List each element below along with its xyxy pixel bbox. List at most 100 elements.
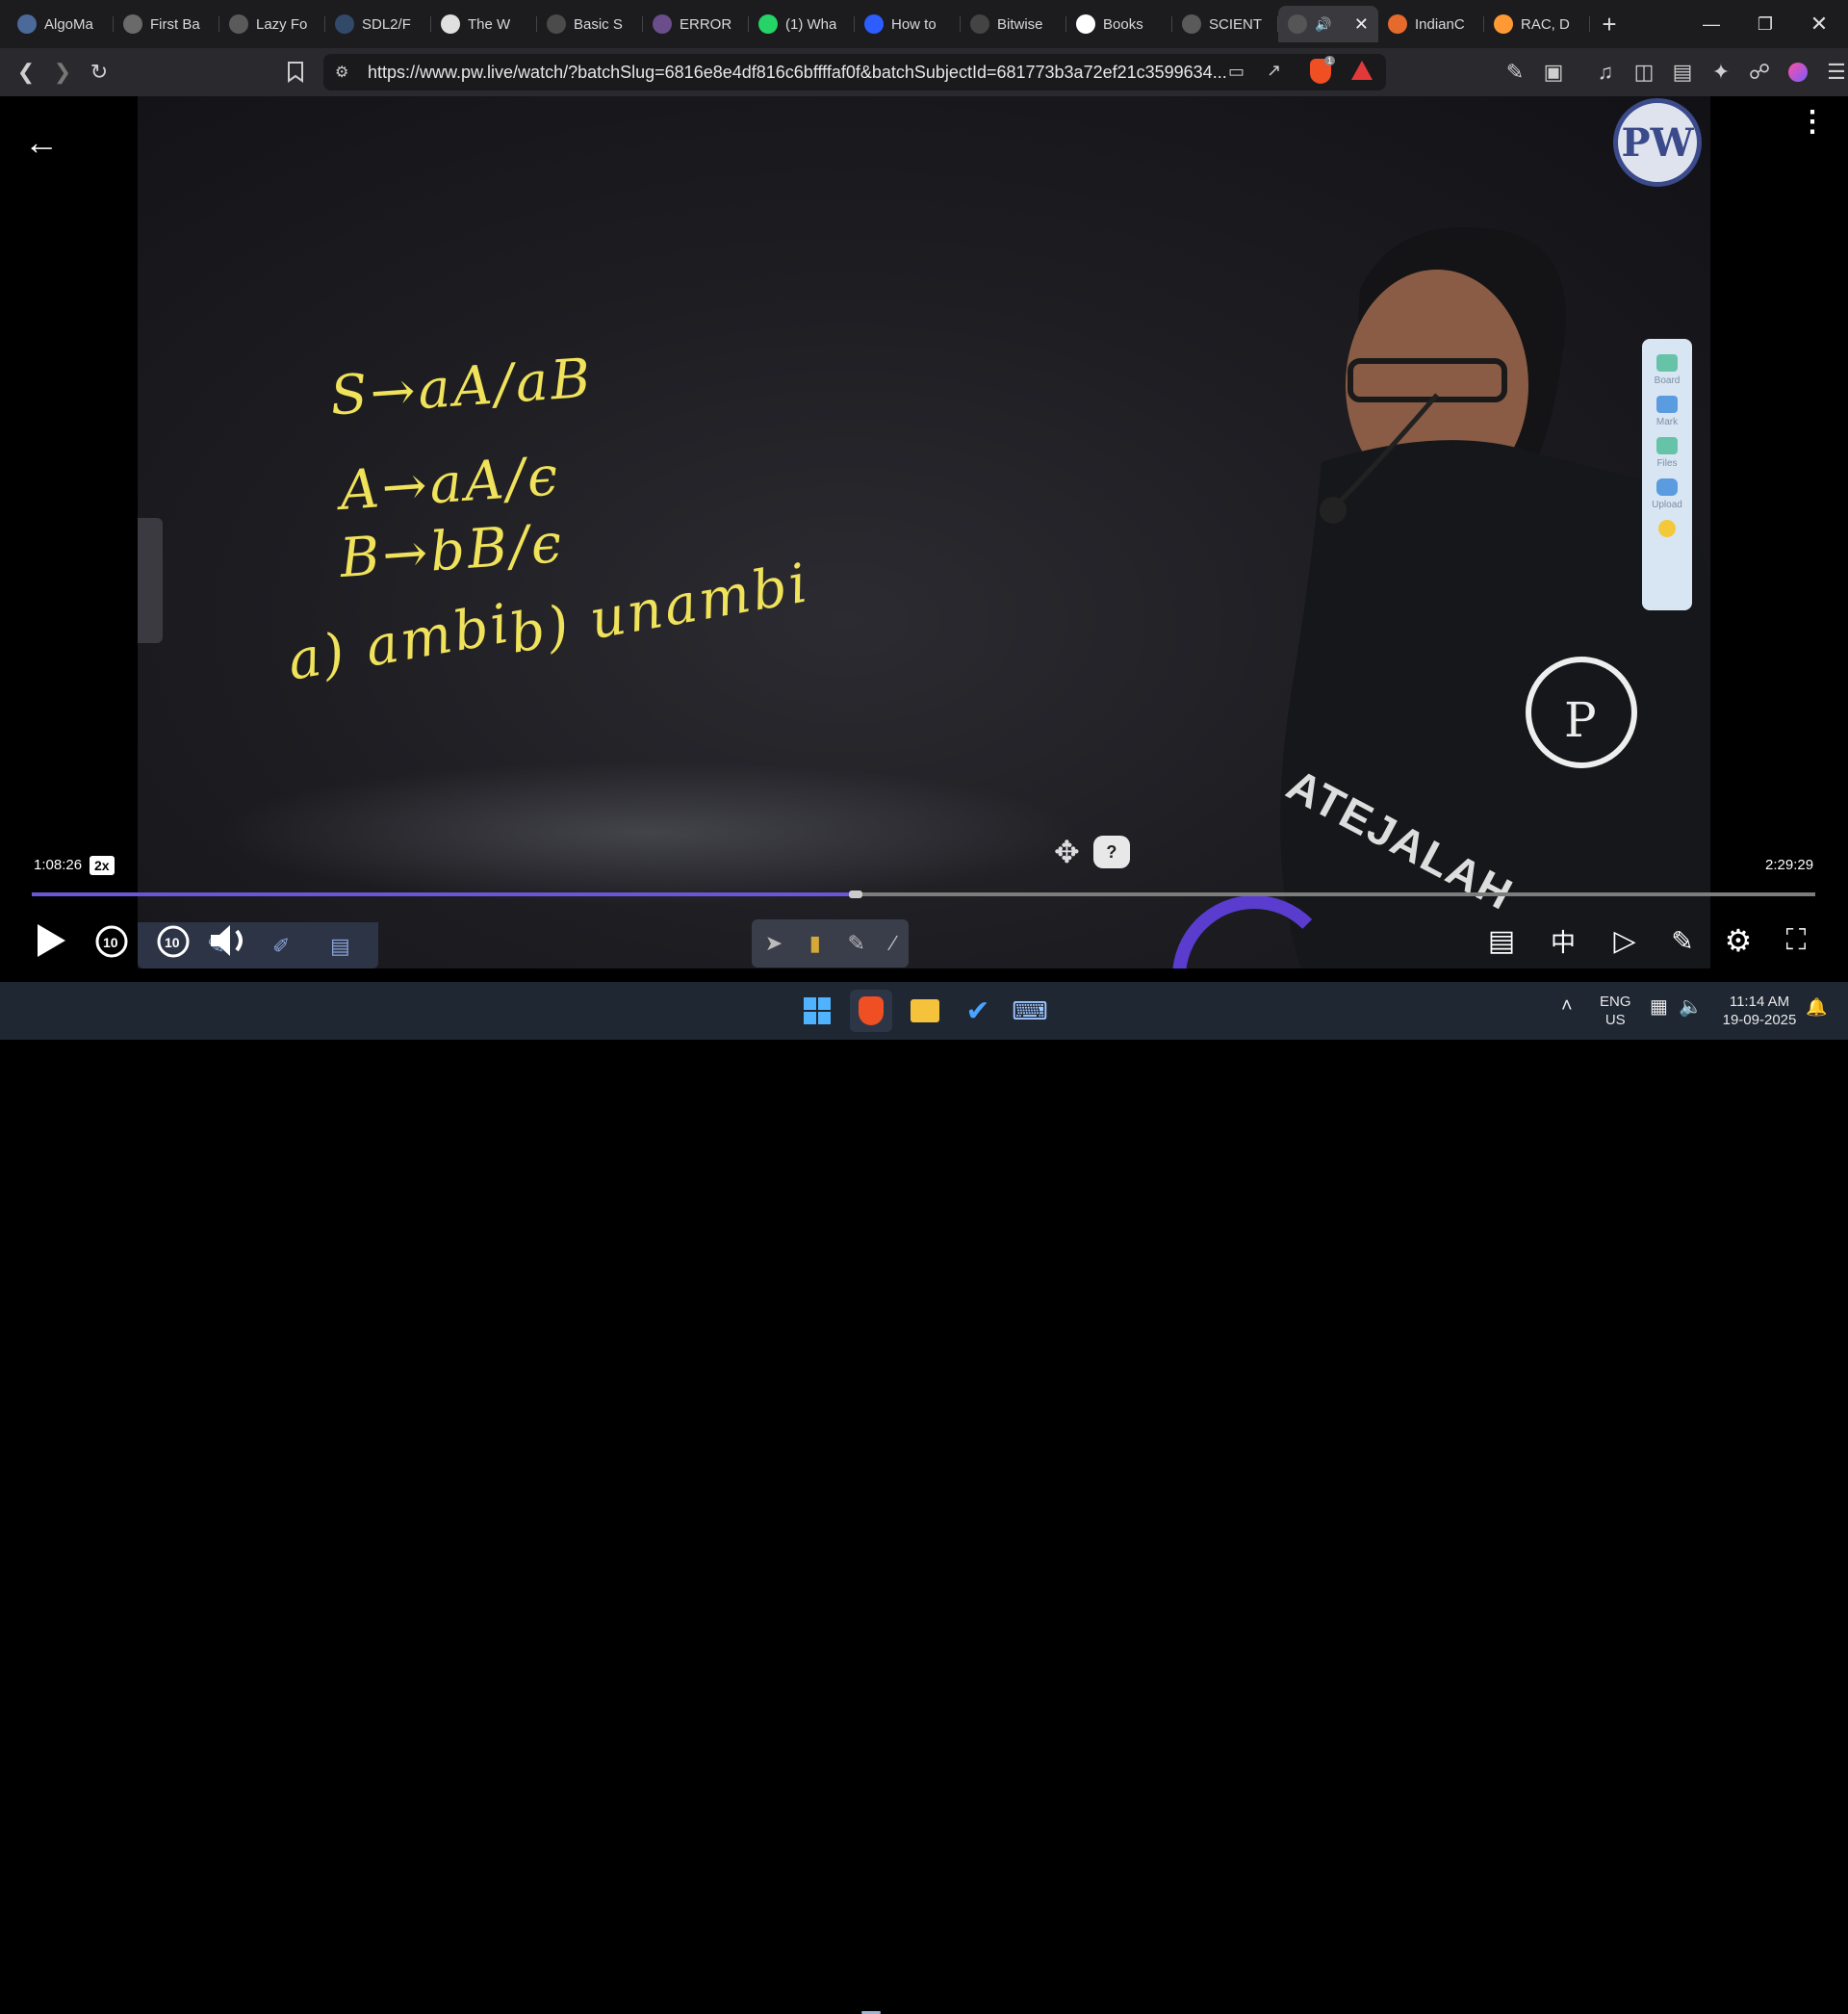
tray-overflow-icon[interactable]: ˄	[1561, 996, 1573, 1016]
browser-tab[interactable]: 🔊 ✕	[1278, 6, 1378, 42]
windows-start-icon[interactable]	[796, 990, 838, 1032]
highlighter-icon[interactable]: ▮	[809, 931, 821, 956]
network-icon[interactable]: ▦	[1650, 997, 1668, 1017]
language-indicator[interactable]: ENG US	[1600, 993, 1631, 1029]
audio-playing-icon	[1288, 14, 1307, 34]
cursor-tool-icon[interactable]: ➤	[765, 931, 783, 956]
translate-icon[interactable]: 中	[1544, 919, 1582, 962]
tab-label: Lazy Fo	[256, 15, 308, 33]
sdl-icon	[335, 14, 354, 34]
upload-tool: Upload	[1652, 478, 1682, 510]
tab-label: RAC, D	[1521, 15, 1570, 33]
speed-badge[interactable]: 2x	[90, 856, 115, 875]
seek-bar-thumb[interactable]	[848, 891, 862, 898]
video-frame[interactable]: S→aA/aB A→aA/ϵ B→bB/ϵ a) ambi b) unambi …	[138, 96, 1710, 968]
site-settings-icon[interactable]: ⚙	[335, 63, 348, 82]
brave-browser-taskbar-icon[interactable]	[850, 990, 892, 1032]
leo-ai-icon[interactable]: ✦	[1703, 54, 1739, 90]
tab-audio-icon[interactable]: 🔊	[1315, 16, 1331, 33]
new-tab-button[interactable]: +	[1590, 6, 1629, 42]
reload-button[interactable]: ↻	[81, 54, 117, 90]
file-explorer-icon[interactable]	[904, 990, 946, 1032]
bookmark-icon[interactable]	[277, 54, 314, 90]
restore-icon[interactable]: ❐	[1738, 0, 1792, 48]
tab-close-icon[interactable]: ✕	[1354, 14, 1369, 35]
seek-bar-played	[32, 892, 856, 896]
bitwise-icon	[970, 14, 989, 34]
browser-tab[interactable]: RAC, D	[1484, 6, 1590, 42]
video-player[interactable]: S→aA/aB A→aA/ϵ B→bB/ϵ a) ambi b) unambi …	[0, 96, 1848, 982]
rewind-10-button[interactable]: 10	[92, 919, 131, 962]
toolbar-extensions: ✎ ▣ ♫ ◫ ▤ ✦ ☍ ☰	[1497, 54, 1848, 90]
browser-tab[interactable]: (1) Wha	[749, 6, 855, 42]
left-panel-handle[interactable]	[138, 518, 163, 643]
wallet-icon[interactable]: ▤	[1664, 54, 1701, 90]
todo-icon[interactable]: ✔	[957, 990, 999, 1032]
svg-text:10: 10	[165, 935, 180, 950]
algomaster-icon	[17, 14, 37, 34]
fullscreen-icon[interactable]: ⛶	[1777, 919, 1815, 962]
brave-rewards-icon[interactable]	[1351, 61, 1373, 80]
chat-icon[interactable]: ▤	[1482, 919, 1521, 962]
extensions-icon[interactable]: ✎	[1497, 54, 1533, 90]
clock-date: 19-09-2025	[1722, 1012, 1797, 1028]
tab-label: (1) Wha	[785, 15, 837, 33]
tab-label: SDL2/F	[362, 15, 411, 33]
browser-tab[interactable]: Basic S	[537, 6, 643, 42]
browser-tab[interactable]: Books	[1066, 6, 1172, 42]
notification-bell-icon[interactable]: 🔔	[1806, 998, 1827, 1017]
profile-avatar-icon[interactable]	[1780, 54, 1816, 90]
volume-icon[interactable]	[207, 919, 253, 962]
seek-bar[interactable]	[32, 891, 1815, 898]
marker-icon[interactable]: ✎	[847, 931, 864, 956]
player-more-icon[interactable]: ⋮	[1798, 108, 1827, 137]
svg-text:10: 10	[103, 935, 118, 950]
reader-icon[interactable]: ▣	[1535, 54, 1572, 90]
play-button[interactable]	[32, 919, 70, 962]
sidebar-icon[interactable]: ◫	[1626, 54, 1662, 90]
line-tool-icon[interactable]: ∕	[892, 931, 896, 956]
forward-button[interactable]: ❯	[44, 54, 81, 90]
close-window-icon[interactable]: ✕	[1792, 0, 1846, 48]
url-text[interactable]: https://www.pw.live/watch/?batchSlug=681…	[368, 63, 1234, 83]
keyboard-icon[interactable]: ⌨	[1009, 990, 1051, 1032]
browser-tab[interactable]: Bitwise	[961, 6, 1066, 42]
speaker-icon[interactable]: 🔈	[1679, 997, 1703, 1017]
help-icon[interactable]: ?	[1092, 836, 1130, 868]
address-bar[interactable]: ⚙ https://www.pw.live/watch/?batchSlug=6…	[323, 54, 1386, 90]
browser-tab[interactable]: AlgoMa	[8, 6, 114, 42]
share-icon[interactable]: ↗	[1267, 61, 1281, 81]
player-back-icon[interactable]: ←	[24, 122, 59, 163]
browser-tab[interactable]: ERROR	[643, 6, 749, 42]
browser-tab[interactable]: How to	[855, 6, 961, 42]
clock[interactable]: 11:14 AM 19-09-2025	[1717, 993, 1802, 1029]
browser-tab[interactable]: Lazy Fo	[219, 6, 325, 42]
vpn-icon[interactable]: ☍	[1741, 54, 1778, 90]
brush-tool-icon[interactable]: ✐	[272, 934, 290, 959]
browser-tab[interactable]: First Ba	[114, 6, 219, 42]
browser-tab[interactable]: IndianC	[1378, 6, 1484, 42]
cast-icon[interactable]: ▭	[1228, 62, 1245, 82]
board-line-3: B→bB/ϵ	[338, 511, 567, 591]
extra-tool	[1658, 520, 1676, 541]
picture-in-picture-icon[interactable]: ▷	[1605, 919, 1644, 962]
move-icon[interactable]: ✥	[1054, 834, 1080, 870]
browser-tab[interactable]: The W	[431, 6, 537, 42]
image-tool-icon[interactable]: ▤	[330, 934, 350, 959]
forward-10-button[interactable]: 10	[154, 919, 192, 962]
media-icon[interactable]: ♫	[1587, 54, 1624, 90]
browser-tab[interactable]: SDL2/F	[325, 6, 431, 42]
tab-strip: AlgoMa First Ba Lazy Fo SDL2/F The W Basic S E…	[8, 0, 1590, 48]
bookmark-blue-icon	[864, 14, 884, 34]
browser-tab[interactable]: SCIENT	[1172, 6, 1278, 42]
doc-icon	[547, 14, 566, 34]
menu-icon[interactable]: ☰	[1818, 54, 1848, 90]
notes-icon[interactable]: ✎	[1663, 919, 1702, 962]
tab-label: ERROR	[680, 15, 732, 33]
back-button[interactable]: ❮	[8, 54, 44, 90]
tab-label: IndianC	[1415, 15, 1465, 33]
settings-icon[interactable]: ⚙	[1719, 919, 1758, 962]
svg-text:P: P	[1564, 692, 1597, 748]
minimize-icon[interactable]: —	[1684, 0, 1738, 48]
error-icon	[653, 14, 672, 34]
